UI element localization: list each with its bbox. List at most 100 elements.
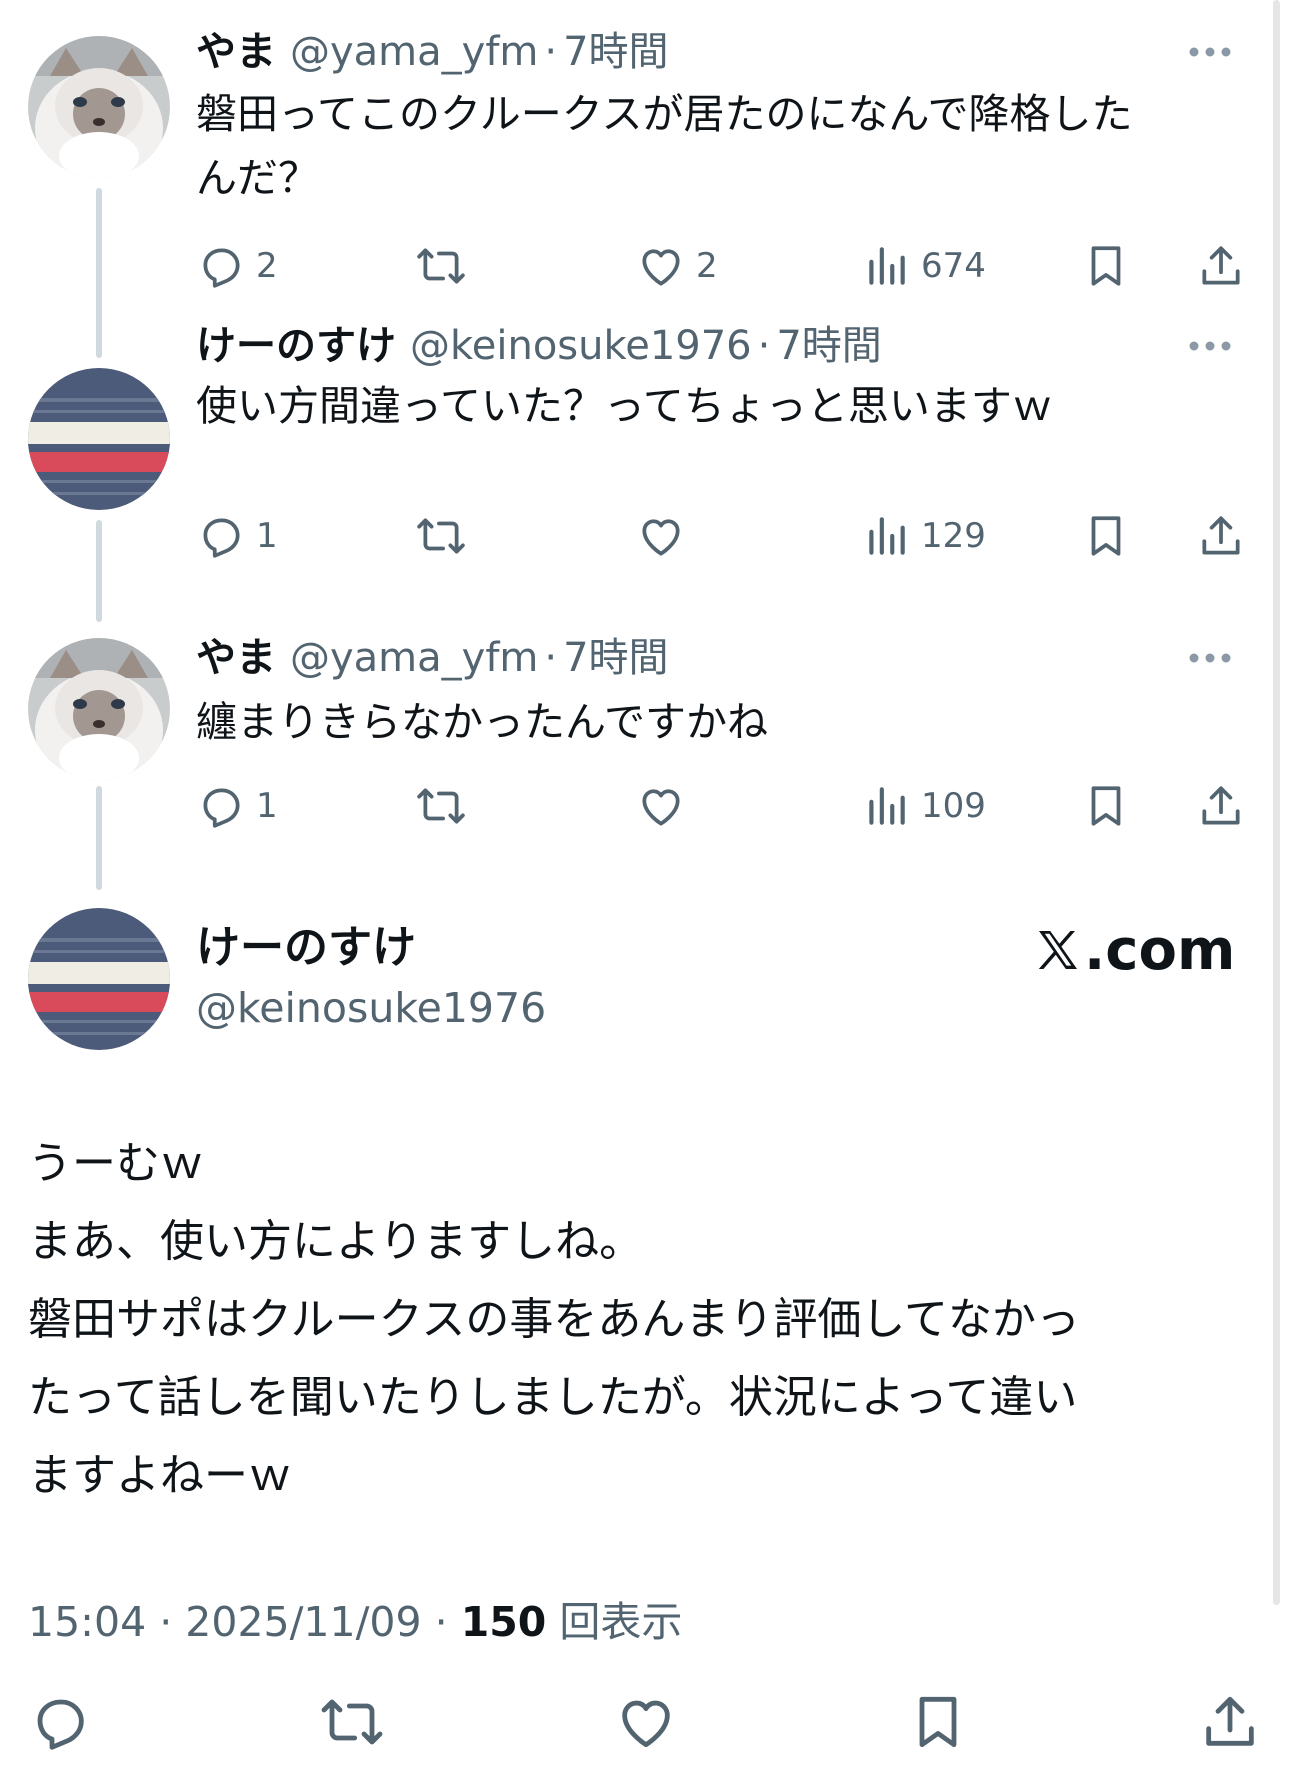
main-avatar[interactable]	[28, 908, 170, 1050]
bookmark-icon	[1091, 516, 1121, 556]
share-button[interactable]	[1196, 238, 1246, 294]
separator: ·	[544, 29, 558, 75]
share-icon	[1202, 246, 1240, 285]
tweet-metadata: 15:04 · 2025/11/09 · 150 回表示	[28, 1598, 683, 1646]
bookmark-icon	[919, 1696, 957, 1748]
reply-icon	[203, 788, 240, 828]
views-icon	[869, 517, 905, 555]
x-logo-icon	[1038, 931, 1077, 969]
retweet-button[interactable]	[320, 1690, 384, 1754]
separator: ·	[544, 635, 558, 681]
views-button[interactable]: 129	[861, 508, 986, 564]
share-button[interactable]	[1196, 508, 1246, 564]
tweet-text: 纏まりきらなかったんですかね	[196, 698, 768, 746]
main-action-bar	[0, 1690, 1290, 1760]
tweet-header: やま @yama_yfm · 7時間	[196, 630, 669, 686]
user-handle[interactable]: @keinosuke1976	[410, 323, 752, 369]
separator: ·	[757, 323, 771, 369]
display-name[interactable]: やま	[196, 635, 276, 681]
view-count: 150	[460, 1598, 547, 1646]
tweet-header: やま @yama_yfm · 7時間	[196, 24, 669, 80]
user-handle[interactable]: @yama_yfm	[290, 29, 538, 75]
post-time[interactable]: 15:04	[28, 1598, 146, 1646]
like-icon	[642, 789, 680, 826]
views-button[interactable]: 674	[861, 238, 986, 294]
more-icon[interactable]	[1188, 652, 1232, 664]
retweet-icon	[417, 518, 465, 554]
views-count: 674	[921, 246, 986, 286]
x-brand-text: .com	[1084, 917, 1236, 983]
like-count: 2	[696, 246, 718, 286]
reply-icon	[37, 1699, 84, 1750]
reply-count: 2	[256, 246, 278, 286]
like-button[interactable]	[614, 1690, 678, 1754]
avatar[interactable]	[28, 638, 170, 780]
views-icon	[869, 787, 905, 825]
bookmark-button[interactable]	[906, 1690, 970, 1754]
more-icon[interactable]	[1188, 46, 1232, 58]
views-count: 109	[921, 786, 986, 826]
share-button[interactable]	[1198, 1690, 1262, 1754]
avatar[interactable]	[28, 368, 170, 510]
main-user-handle[interactable]: @keinosuke1976	[196, 980, 546, 1036]
bookmark-button[interactable]	[1081, 508, 1131, 564]
views-button[interactable]: 109	[861, 778, 986, 834]
share-button[interactable]	[1196, 778, 1246, 834]
action-bar: 1 129	[196, 508, 1261, 564]
retweet-icon	[417, 788, 465, 824]
reply-button[interactable]: 1	[196, 778, 278, 834]
timestamp[interactable]: 7時間	[563, 635, 668, 681]
retweet-icon	[321, 1699, 383, 1745]
timestamp[interactable]: 7時間	[776, 323, 881, 369]
reply-button[interactable]	[28, 1690, 92, 1754]
retweet-button[interactable]	[416, 778, 466, 834]
tweet-text: 磐田ってこのクルークスが居たのになんで降格した んだ？	[196, 90, 1133, 202]
bookmark-button[interactable]	[1081, 778, 1131, 834]
bookmark-button[interactable]	[1081, 238, 1131, 294]
reply-tweet[interactable]: やま @yama_yfm · 7時間 纏まりきらなかったんですかね 1 109	[0, 600, 1290, 870]
action-bar: 1 109	[196, 778, 1261, 834]
view-count-label: 回表示	[559, 1598, 683, 1646]
avatar[interactable]	[28, 36, 170, 178]
striped-avatar-image	[28, 368, 170, 510]
share-icon	[1202, 786, 1240, 825]
user-handle[interactable]: @yama_yfm	[290, 635, 538, 681]
tweet-header: けーのすけ @keinosuke1976 · 7時間	[196, 318, 882, 374]
share-icon	[1202, 516, 1240, 555]
views-count: 129	[921, 516, 986, 556]
retweet-button[interactable]	[416, 238, 466, 294]
main-display-name[interactable]: けーのすけ	[196, 918, 416, 978]
striped-avatar-image	[28, 908, 170, 1050]
x-brand: .com	[1034, 917, 1236, 983]
reply-tweet[interactable]: やま @yama_yfm · 7時間 磐田ってこのクルークスが居たのになんで降格した …	[0, 0, 1290, 330]
main-tweet-text: うーむｗ まあ、使い方によりますしね。 磐田サポはクルークスの事をあんまり評価し…	[28, 1138, 1081, 1501]
post-date[interactable]: 2025/11/09	[185, 1598, 421, 1646]
like-icon	[622, 1700, 670, 1748]
display-name[interactable]: やま	[196, 29, 276, 75]
display-name[interactable]: けーのすけ	[196, 323, 396, 369]
like-button[interactable]: 2	[636, 238, 718, 294]
reply-icon	[203, 248, 240, 288]
like-icon	[642, 519, 680, 556]
reply-button[interactable]: 1	[196, 508, 278, 564]
retweet-button[interactable]	[416, 508, 466, 564]
share-icon	[1206, 1696, 1254, 1746]
tweet-text: 使い方間違っていた？ってちょっと思いますｗ	[196, 382, 1053, 430]
reply-count: 1	[256, 516, 278, 556]
like-icon	[642, 249, 680, 286]
reply-count: 1	[256, 786, 278, 826]
bookmark-icon	[1091, 786, 1121, 826]
reply-button[interactable]: 2	[196, 238, 278, 294]
bookmark-icon	[1091, 246, 1121, 286]
cat-avatar-image	[28, 36, 170, 178]
reply-tweet[interactable]: けーのすけ @keinosuke1976 · 7時間 使い方間違っていた？ってちょっと…	[0, 323, 1290, 590]
timestamp[interactable]: 7時間	[563, 29, 668, 75]
like-button[interactable]	[636, 508, 686, 564]
retweet-icon	[417, 248, 465, 284]
cat-avatar-image	[28, 638, 170, 780]
like-button[interactable]	[636, 778, 686, 834]
reply-icon	[203, 518, 240, 558]
more-icon[interactable]	[1188, 340, 1232, 352]
action-bar: 2 2 674	[196, 238, 1261, 294]
views-icon	[869, 247, 905, 285]
